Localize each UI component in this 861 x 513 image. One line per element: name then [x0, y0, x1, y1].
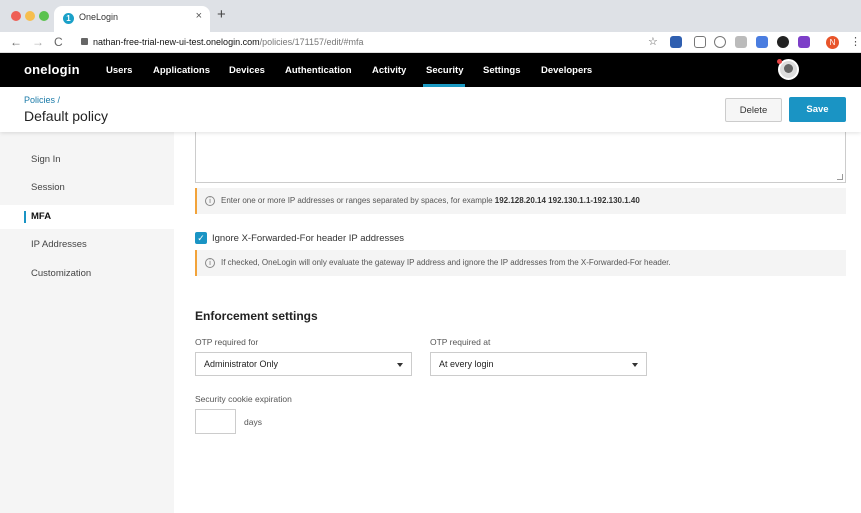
onelogin-logo[interactable]: onelogin	[24, 62, 80, 77]
nav-authentication[interactable]: Authentication	[285, 65, 352, 76]
browser-tab-bar: 1 OneLogin × +	[0, 0, 861, 32]
url-host: nathan-free-trial-new-ui-test.onelogin.c…	[93, 37, 260, 47]
extension-icon[interactable]	[670, 36, 682, 48]
delete-button[interactable]: Delete	[725, 98, 782, 122]
cookie-expiration-input[interactable]	[195, 409, 236, 434]
onelogin-favicon-icon: 1	[63, 13, 74, 24]
info-icon: i	[205, 195, 215, 206]
browser-tab[interactable]: 1 OneLogin ×	[54, 6, 210, 32]
nav-settings[interactable]: Settings	[483, 65, 520, 76]
page-header: Policies / Default policy Delete Save	[0, 87, 861, 132]
policy-sidebar: Sign In Session MFA IP Addresses Customi…	[0, 132, 174, 513]
window-minimize-button[interactable]	[25, 11, 35, 21]
nav-applications[interactable]: Applications	[153, 65, 210, 76]
notification-dot	[777, 59, 782, 64]
save-button[interactable]: Save	[789, 97, 846, 122]
bookmark-star-icon[interactable]: ☆	[648, 35, 658, 48]
extension-icon[interactable]	[798, 36, 810, 48]
tab-title: OneLogin	[79, 12, 119, 22]
otp-for-label: OTP required for	[195, 337, 259, 347]
enforcement-settings-title: Enforcement settings	[195, 309, 318, 323]
browser-menu-icon[interactable]: ⋮	[850, 35, 861, 48]
nav-users[interactable]: Users	[106, 65, 132, 76]
otp-at-label: OTP required at	[430, 337, 491, 347]
profile-avatar[interactable]: N	[826, 36, 839, 49]
resize-grip-icon[interactable]	[837, 174, 843, 180]
tab-close-icon[interactable]: ×	[196, 10, 202, 22]
extension-icon[interactable]	[714, 36, 726, 48]
breadcrumb-policies[interactable]: Policies /	[24, 95, 60, 105]
ip-info-text: Enter one or more IP addresses or ranges…	[221, 196, 495, 205]
otp-required-for-value: Administrator Only	[204, 359, 279, 369]
url-path: /policies/171157/edit/#mfa	[259, 37, 364, 47]
window-close-button[interactable]	[11, 11, 21, 21]
otp-required-at-select[interactable]: At every login	[430, 352, 647, 376]
sidebar-item-mfa[interactable]: MFA	[0, 205, 174, 229]
url-field[interactable]: nathan-free-trial-new-ui-test.onelogin.c…	[93, 37, 364, 47]
lock-icon	[81, 38, 88, 45]
ip-info-note: i Enter one or more IP addresses or range…	[195, 188, 846, 214]
window-maximize-button[interactable]	[39, 11, 49, 21]
translate-extension-icon[interactable]	[756, 36, 768, 48]
ip-addresses-textarea[interactable]	[195, 132, 846, 183]
extension-icon[interactable]	[777, 36, 789, 48]
page-title: Default policy	[24, 108, 109, 124]
xff-info-text: If checked, OneLogin will only evaluate …	[221, 258, 671, 267]
ip-info-example: 192.128.20.14 192.130.1.1-192.130.1.40	[494, 196, 640, 205]
app-navbar: onelogin Users Applications Devices Auth…	[0, 53, 861, 87]
extension-icon[interactable]	[694, 36, 706, 48]
days-unit-label: days	[244, 417, 262, 427]
chevron-down-icon	[397, 363, 403, 367]
sidebar-item-ip-addresses[interactable]: IP Addresses	[0, 233, 174, 257]
nav-devices[interactable]: Devices	[229, 65, 265, 76]
xff-info-note: i If checked, OneLogin will only evaluate…	[195, 250, 846, 276]
ignore-xff-label[interactable]: Ignore X-Forwarded-For header IP address…	[212, 233, 404, 244]
nav-developers[interactable]: Developers	[541, 65, 592, 76]
info-icon: i	[205, 257, 215, 268]
nav-security[interactable]: Security	[426, 65, 464, 76]
sidebar-item-session[interactable]: Session	[0, 176, 174, 200]
new-tab-icon[interactable]: +	[217, 6, 226, 23]
otp-required-for-select[interactable]: Administrator Only	[195, 352, 412, 376]
address-bar: ← → C nathan-free-trial-new-ui-test.onel…	[0, 32, 861, 53]
chevron-down-icon	[632, 363, 638, 367]
sidebar-item-sign-in[interactable]: Sign In	[0, 148, 174, 172]
forward-arrow-icon[interactable]: →	[32, 35, 44, 49]
otp-required-at-value: At every login	[439, 359, 494, 369]
extension-icon[interactable]	[735, 36, 747, 48]
ignore-xff-checkbox[interactable]: ✓	[195, 232, 207, 244]
back-arrow-icon[interactable]: ←	[10, 35, 22, 49]
sidebar-item-customization[interactable]: Customization	[0, 262, 174, 286]
reload-icon[interactable]: C	[54, 35, 63, 49]
mfa-settings-panel: i Enter one or more IP addresses or range…	[174, 132, 861, 513]
cookie-expiration-label: Security cookie expiration	[195, 394, 292, 404]
nav-activity[interactable]: Activity	[372, 65, 406, 76]
